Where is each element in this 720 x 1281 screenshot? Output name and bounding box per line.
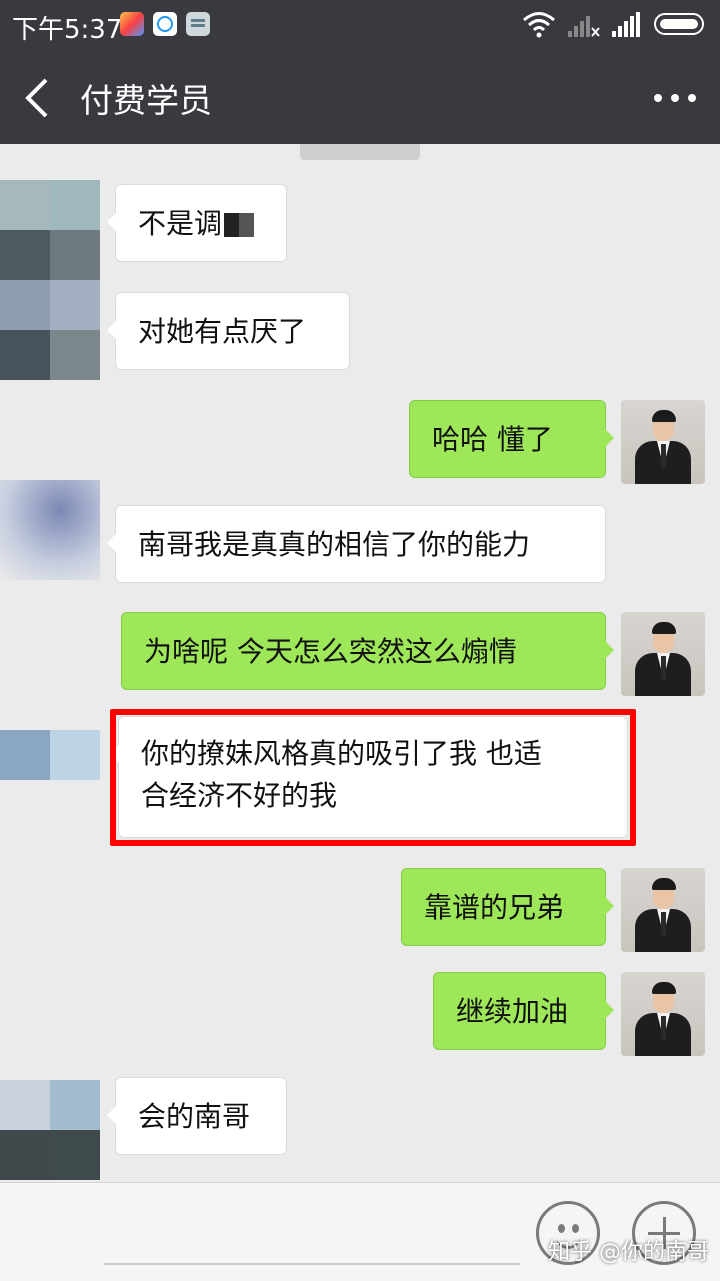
contact-avatar[interactable] [0,1080,100,1180]
user-avatar[interactable] [621,972,705,1056]
chevron-left-icon[interactable] [18,76,58,120]
user-avatar[interactable] [621,612,705,696]
message-text: 不是调 [138,207,223,240]
battery-icon [654,13,704,35]
signal-icon [612,12,640,37]
message-text: 靠谱的兄弟 [424,891,565,924]
status-time: 下午5:37 [12,15,123,45]
wifi-icon [523,12,555,38]
message-text: 为啥呢 今天怎么突然这么煽情 [144,635,517,668]
contact-avatar[interactable] [0,480,100,580]
message-bubble-received[interactable]: 南哥我是真真的相信了你的能力 [107,505,606,583]
chat-header: 付费学员 [0,50,720,144]
message-input[interactable] [104,1263,520,1265]
contact-avatar[interactable] [0,280,100,380]
message-bubble-received[interactable]: 不是调 [107,184,287,262]
message-text: 会的南哥 [138,1100,251,1133]
message-text: 南哥我是真真的相信了你的能力 [138,528,531,561]
notes-app-icon [186,12,210,36]
signal-no-service-icon [568,16,600,37]
message-bubble-sent[interactable]: 靠谱的兄弟 [401,868,614,946]
user-avatar[interactable] [621,400,705,484]
message-bubble-sent[interactable]: 为啥呢 今天怎么突然这么煽情 [121,612,614,690]
user-avatar[interactable] [621,868,705,952]
ifly-app-icon [153,12,177,36]
chat-title: 付费学员 [80,81,212,120]
message-text: 继续加油 [456,995,569,1028]
redacted-block [224,213,255,237]
contact-avatar[interactable] [0,730,100,780]
watermark: 知乎 @你的南哥 [548,1240,709,1265]
more-dots-icon[interactable] [650,80,700,116]
photo-app-icon [120,12,144,36]
message-bubble-received[interactable]: 对她有点厌了 [107,292,350,370]
status-bar: 下午5:37 [0,0,720,50]
contact-avatar[interactable] [0,180,100,280]
timestamp-label [300,144,420,160]
message-bubble-received[interactable]: 会的南哥 [107,1077,287,1155]
message-text: 对她有点厌了 [138,315,307,348]
highlight-box [110,709,636,846]
input-bar [0,1182,720,1281]
message-bubble-sent[interactable]: 哈哈 懂了 [409,400,614,478]
message-bubble-sent[interactable]: 继续加油 [433,972,614,1050]
message-text: 哈哈 懂了 [432,423,553,456]
